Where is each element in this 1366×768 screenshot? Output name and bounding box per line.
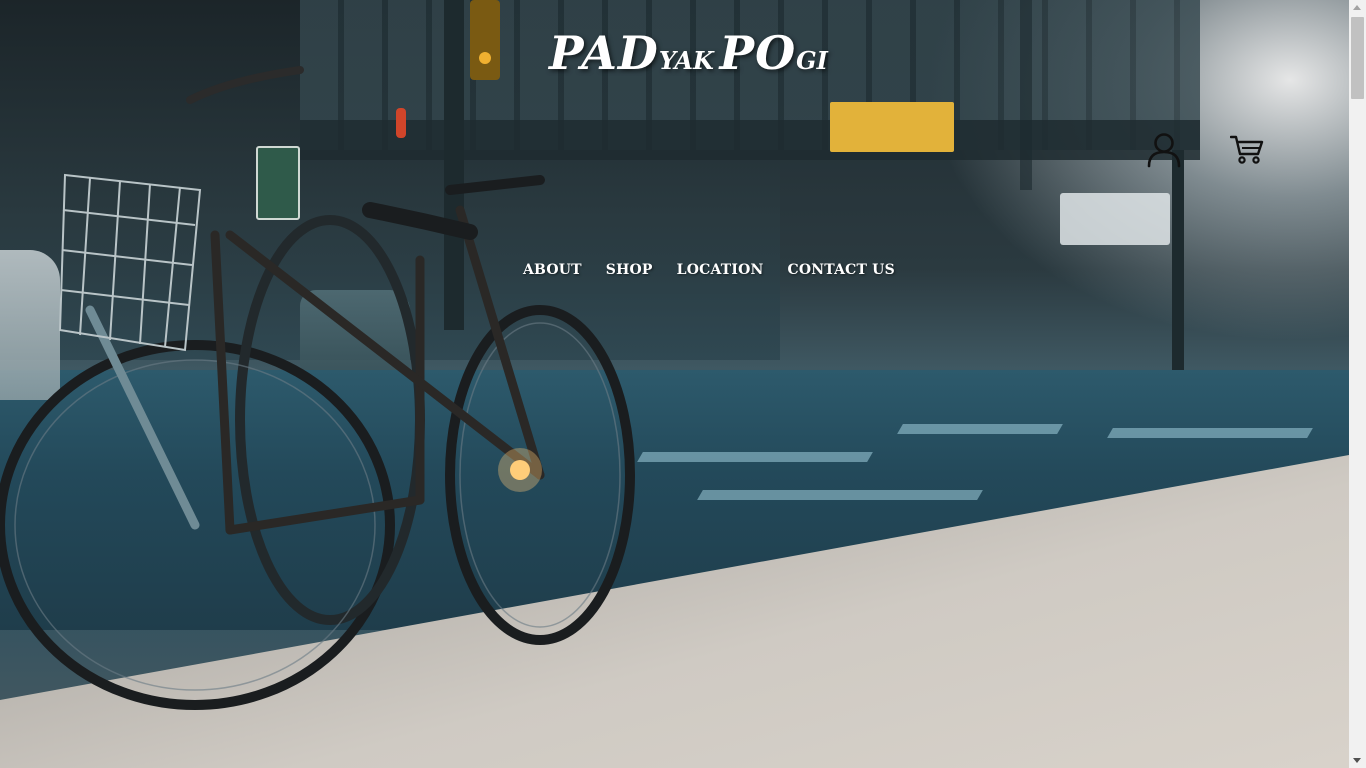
background-street-sign bbox=[830, 102, 954, 152]
page: PADYAK POGI ABOUT SHOP LOCATION CONTACT … bbox=[0, 0, 1366, 768]
nav-link-shop[interactable]: SHOP bbox=[606, 262, 653, 278]
shopping-cart-icon bbox=[1230, 135, 1264, 164]
bicycle-fork bbox=[455, 205, 545, 480]
bicycle-handlebar bbox=[186, 66, 304, 104]
background-street-sign bbox=[1060, 193, 1170, 245]
nav-link-location[interactable]: LOCATION bbox=[677, 262, 764, 278]
nav-link-about[interactable]: ABOUT bbox=[523, 262, 582, 278]
nav-link-contact-us[interactable]: CONTACT US bbox=[788, 262, 895, 278]
background-pole bbox=[1172, 150, 1184, 385]
bicycle-handlebar bbox=[445, 175, 545, 195]
background-pole bbox=[1020, 0, 1032, 190]
bicycles-illustration bbox=[0, 66, 635, 710]
crosswalk-stripe bbox=[1107, 428, 1313, 438]
cart-button[interactable] bbox=[1229, 132, 1265, 168]
hero-background-image bbox=[0, 0, 1349, 768]
crosswalk-stripe bbox=[897, 424, 1063, 434]
header-actions bbox=[1146, 130, 1265, 170]
logo-part-gi: GI bbox=[796, 46, 828, 75]
account-button[interactable] bbox=[1146, 132, 1182, 168]
logo-part-pad: PAD bbox=[549, 26, 659, 80]
scroll-up-arrow-icon[interactable] bbox=[1353, 5, 1361, 10]
logo-part-yak: YAK bbox=[658, 46, 714, 75]
vertical-scrollbar[interactable] bbox=[1349, 0, 1366, 768]
bicycle-saddle bbox=[362, 202, 478, 240]
logo-part-po: PO bbox=[719, 26, 797, 80]
crosswalk-stripe bbox=[697, 490, 983, 500]
scroll-down-arrow-icon[interactable] bbox=[1353, 758, 1361, 763]
user-icon bbox=[1147, 133, 1181, 168]
site-logo[interactable]: PADYAK POGI bbox=[549, 26, 828, 86]
bicycle-back-wheel bbox=[235, 215, 425, 625]
bicycle-frame-tube bbox=[210, 230, 235, 535]
scrollbar-thumb[interactable] bbox=[1351, 17, 1364, 99]
main-nav: ABOUT SHOP LOCATION CONTACT US bbox=[523, 262, 895, 278]
bicycle-basket bbox=[58, 173, 202, 352]
